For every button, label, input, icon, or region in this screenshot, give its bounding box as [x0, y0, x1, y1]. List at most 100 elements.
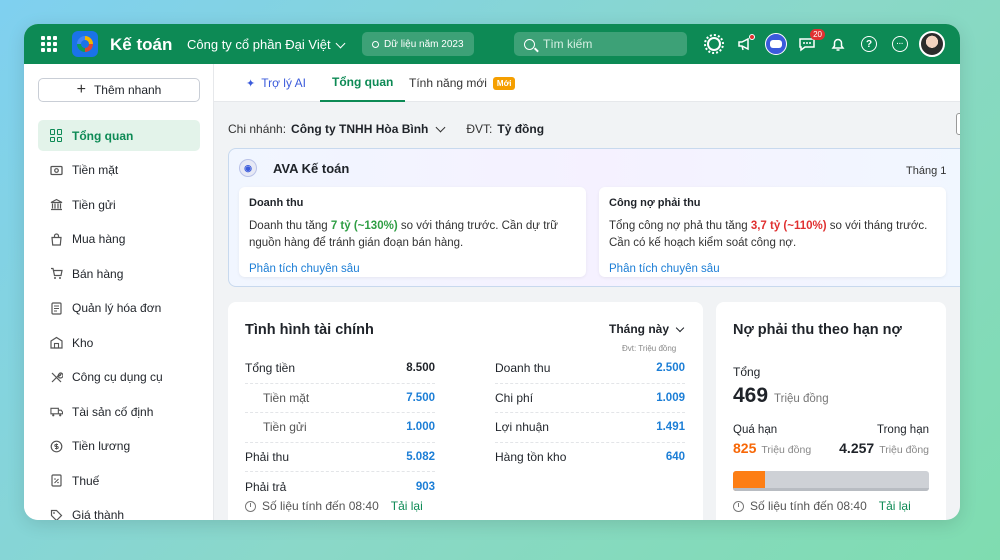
ava-month: Tháng 1 — [906, 165, 947, 177]
quick-add-button[interactable]: + Thêm nhanh — [38, 78, 200, 102]
sidebar-item-tools[interactable]: Công cụ dụng cụ — [38, 362, 200, 393]
search-box[interactable]: Tìm kiếm — [514, 32, 687, 56]
branch-selector[interactable]: Chi nhánh: Công ty TNHH Hòa Bình — [228, 122, 446, 136]
tab-label: Tổng quan — [332, 75, 394, 89]
overdue-value: 825 — [733, 440, 757, 456]
search-placeholder: Tìm kiếm — [543, 37, 593, 51]
sidebar-item-label: Kho — [72, 335, 94, 350]
sidebar-item-salary[interactable]: Tiền lương — [38, 431, 200, 462]
reload-link[interactable]: Tải lại — [879, 499, 911, 513]
unit-display: ĐVT: Tỷ đồng — [466, 122, 544, 136]
help-icon[interactable]: ? — [857, 32, 881, 56]
app-logo-icon[interactable] — [72, 31, 98, 57]
sidebar-item-label: Tài sản cố định — [72, 404, 154, 419]
company-name: Công ty cổ phần Đại Việt — [187, 37, 331, 52]
cash-icon — [50, 164, 63, 177]
overdue-progress-bar — [733, 471, 929, 491]
sidebar-item-cost[interactable]: Giá thành — [38, 500, 200, 520]
insight-title: Doanh thu — [249, 197, 304, 209]
sidebar-nav: Tổng quan Tiền mặt Tiền gửi Mua hàng Bán… — [38, 120, 200, 520]
overdue-label: Quá hạn — [733, 424, 778, 436]
period-label: Tháng này — [609, 322, 670, 336]
sidebar-item-purchase[interactable]: Mua hàng — [38, 224, 200, 255]
apps-grid-icon[interactable] — [41, 36, 57, 52]
quick-add-label: Thêm nhanh — [93, 83, 162, 97]
app-title: Kế toán — [110, 35, 173, 54]
sidebar-item-cash[interactable]: Tiền mặt — [38, 155, 200, 186]
sidebar-item-label: Công cụ dụng cụ — [72, 370, 163, 384]
in-term-amount: 4.257 Triệu đồng — [839, 440, 929, 456]
cart-icon — [50, 267, 63, 280]
salary-icon — [50, 440, 63, 453]
table-row: Tiền gửi 1.000 — [245, 413, 435, 443]
customize-button[interactable] — [956, 113, 960, 135]
table-row: Tổng tiền 8.500 — [245, 354, 435, 384]
period-selector[interactable]: Tháng này — [609, 322, 685, 336]
sidebar-item-sales[interactable]: Bán hàng — [38, 258, 200, 289]
data-year-button[interactable]: Dữ liệu năm 2023 — [362, 32, 474, 56]
sidebar-item-label: Quản lý hóa đơn — [72, 301, 162, 315]
insight-text: Tổng công nợ phả thu tăng 3,7 tỷ (~110%)… — [609, 220, 928, 249]
overdue-amount: 825 Triệu đồng — [733, 440, 811, 456]
sidebar-item-tax[interactable]: Thuế — [38, 465, 200, 496]
reload-link[interactable]: Tải lại — [391, 499, 423, 513]
calendar-dot-icon — [372, 40, 379, 48]
sparkle-icon: ✦ — [246, 77, 256, 90]
overdue-bar-fill — [733, 471, 765, 491]
search-icon — [524, 38, 535, 50]
notification-icon[interactable] — [826, 32, 850, 56]
top-icons: 20 ? ··· — [702, 29, 945, 57]
insight-revenue: Doanh thu Doanh thu tăng 7 tỷ (~130%) so… — [239, 187, 586, 277]
clock-icon — [733, 500, 744, 512]
clock-icon — [245, 500, 256, 512]
tab-overview[interactable]: Tổng quan — [320, 64, 406, 102]
branch-label: Chi nhánh: — [228, 122, 287, 136]
chevron-down-icon — [335, 38, 346, 48]
branch-value: Công ty TNHH Hòa Bình — [291, 122, 429, 136]
announcement-icon[interactable] — [733, 32, 757, 56]
sidebar-item-label: Giá thành — [72, 508, 125, 520]
new-badge: Mới — [492, 76, 516, 90]
sidebar-item-overview[interactable]: Tổng quan — [38, 120, 200, 151]
user-avatar[interactable] — [919, 31, 945, 57]
settings-icon[interactable] — [702, 32, 726, 56]
unit-note: Đvt: Triệu đồng — [622, 344, 677, 353]
sidebar-item-fixed-assets[interactable]: Tài sản cố định — [38, 396, 200, 427]
chat-icon[interactable]: 20 — [795, 29, 825, 56]
insight-title: Công nợ phải thu — [609, 197, 701, 209]
card-title: Tình hình tài chính — [245, 322, 374, 338]
table-row: Phải thu 5.082 — [245, 443, 435, 472]
unit-value: Tỷ đồng — [497, 122, 545, 136]
table-row: Hàng tồn kho 640 — [495, 450, 685, 465]
company-selector[interactable]: Công ty cổ phần Đại Việt — [187, 37, 346, 52]
sidebar-item-label: Tiền mặt — [72, 163, 119, 177]
ava-title: AVA Kế toán — [273, 160, 350, 176]
sidebar-item-warehouse[interactable]: Kho — [38, 327, 200, 358]
invoice-icon — [50, 301, 63, 315]
tab-label: Tính năng mới — [409, 76, 487, 90]
insight-text: Doanh thu tăng 7 tỷ (~130%) so với tháng… — [249, 220, 558, 249]
sidebar-item-deposit[interactable]: Tiền gửi — [38, 189, 200, 220]
table-row: Phải trả 903 — [245, 479, 435, 494]
data-year-label: Dữ liệu năm 2023 — [384, 38, 464, 50]
more-icon[interactable]: ··· — [888, 32, 912, 56]
filter-row: Chi nhánh: Công ty TNHH Hòa Bình ĐVT: Tỷ… — [228, 122, 544, 136]
price-tag-icon — [50, 509, 63, 520]
table-row: Tiền mặt 7.500 — [245, 384, 435, 413]
unit-label: ĐVT: — [466, 122, 493, 136]
receivables-by-due-card: Nợ phải thu theo hạn nợ Tổng 469 Triệu đ… — [716, 302, 946, 520]
chevron-down-icon — [675, 323, 685, 332]
tab-new-features[interactable]: Tính năng mới Mới — [409, 64, 516, 102]
total-label: Tổng — [733, 365, 761, 379]
ava-bot-icon: ◉ — [239, 159, 257, 177]
table-row: Doanh thu 2.500 — [495, 354, 685, 384]
insight-highlight: 7 tỷ (~130%) — [330, 220, 398, 232]
deep-analysis-link[interactable]: Phân tích chuyên sâu — [609, 263, 720, 275]
sidebar-item-invoices[interactable]: Quản lý hóa đơn — [38, 293, 200, 324]
bot-icon[interactable] — [764, 32, 788, 56]
insight-highlight: 3,7 tỷ (~110%) — [750, 220, 827, 232]
main-content: ✦ Trợ lý AI Tổng quan Tính năng mới Mới … — [214, 64, 960, 520]
tab-ai-assistant[interactable]: ✦ Trợ lý AI — [246, 64, 306, 102]
truck-icon — [50, 405, 63, 418]
deep-analysis-link[interactable]: Phân tích chuyên sâu — [249, 263, 360, 275]
